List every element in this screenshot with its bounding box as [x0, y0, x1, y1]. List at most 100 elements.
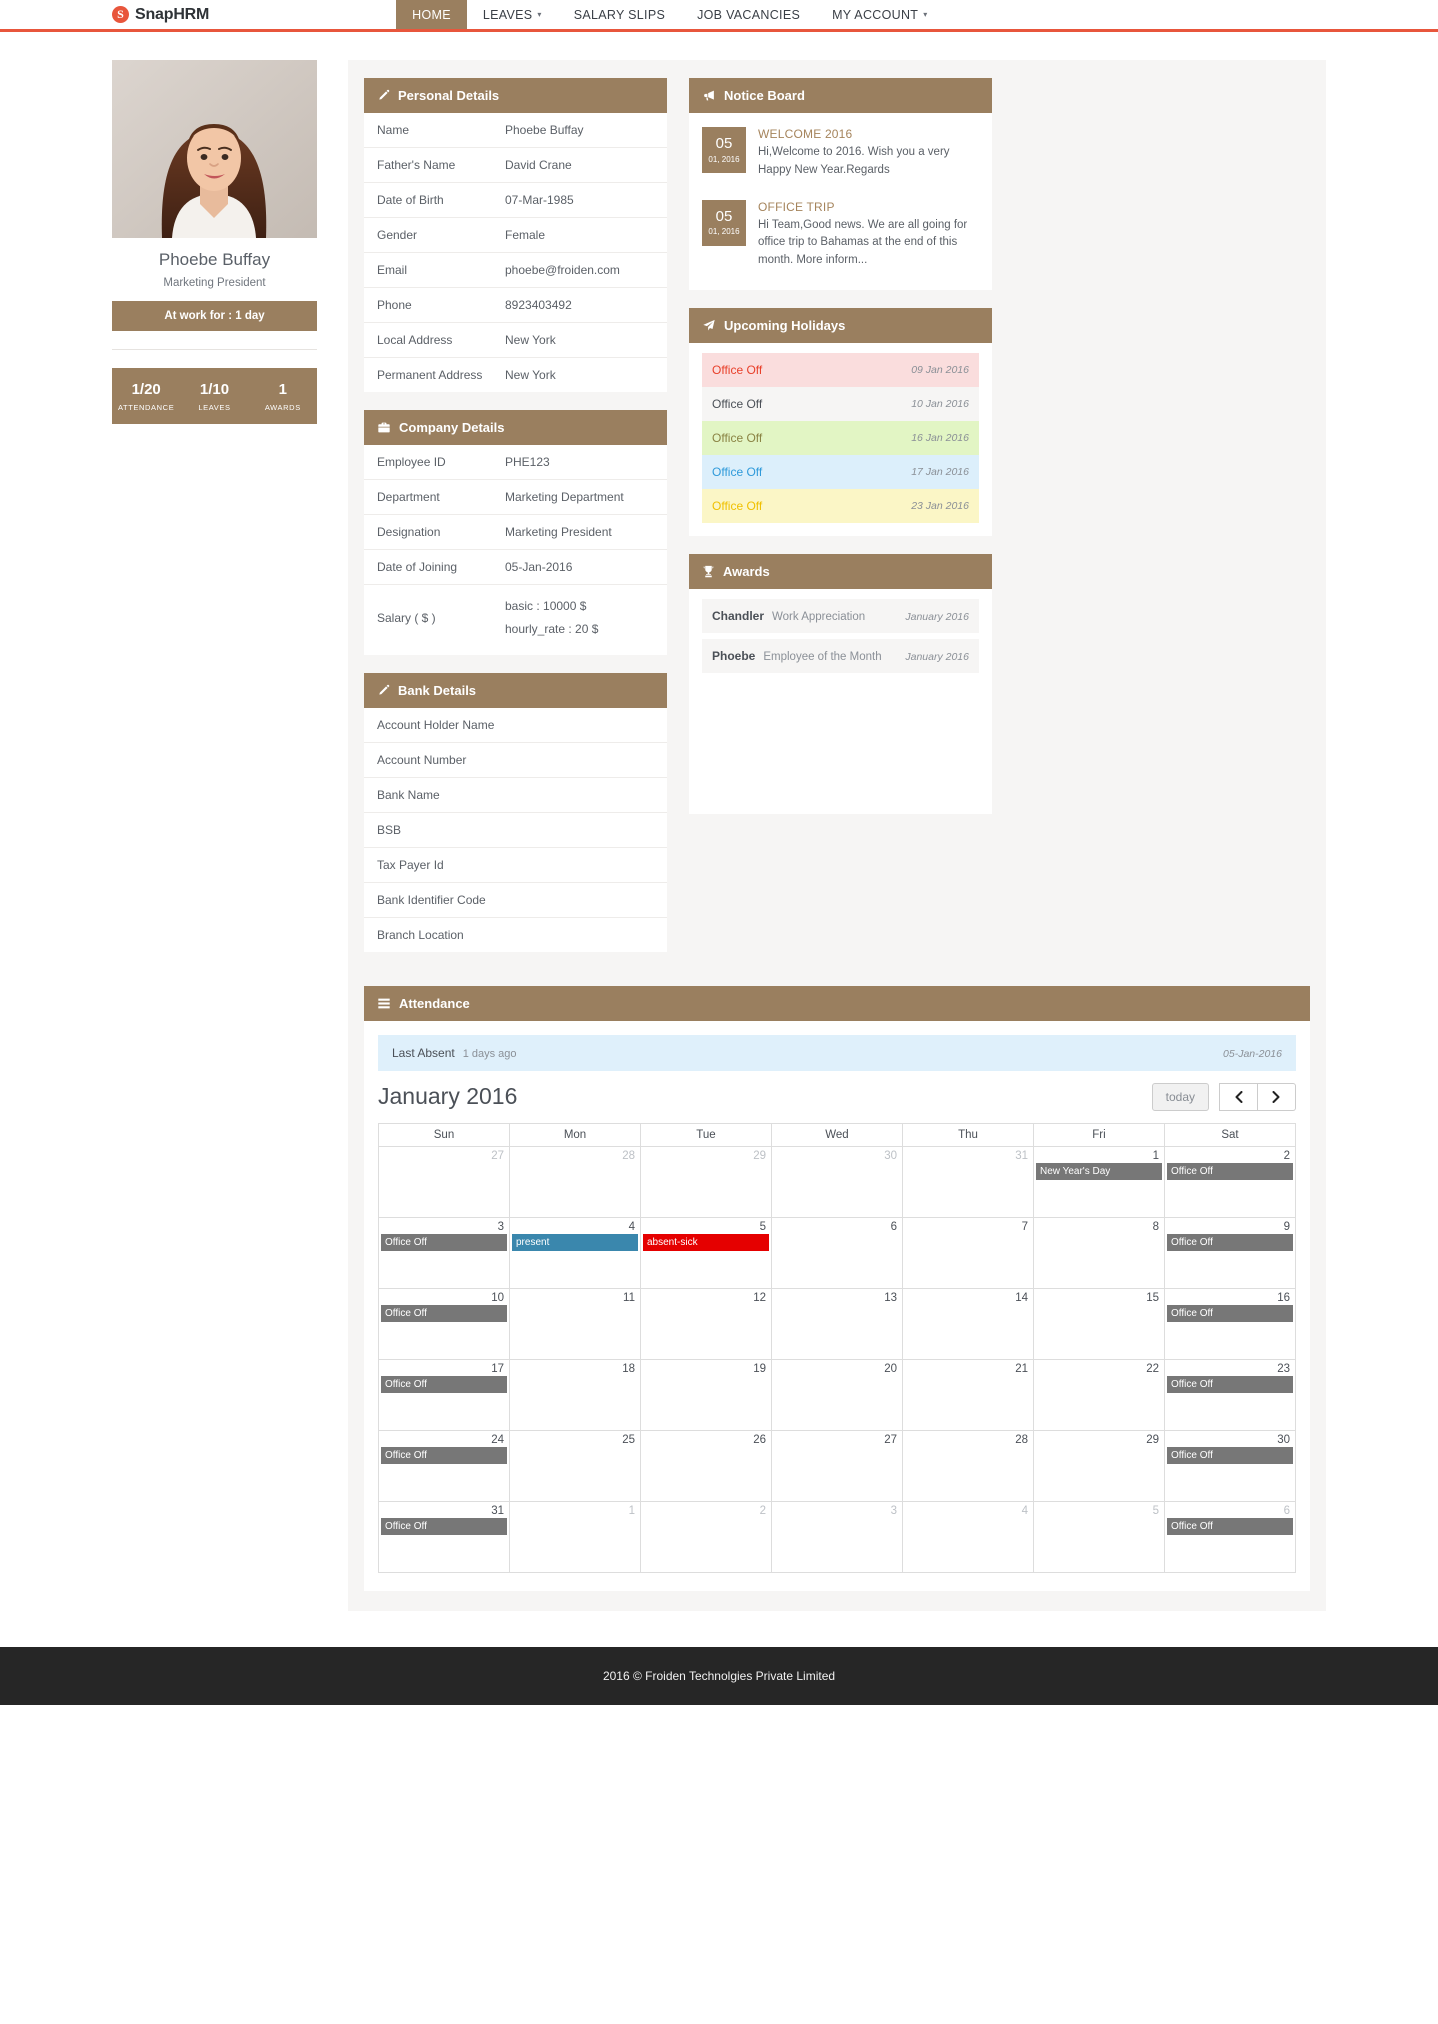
calendar-day-cell[interactable]: 23 Office Off: [1164, 1358, 1296, 1431]
upcoming-holidays-title: Upcoming Holidays: [724, 318, 846, 334]
today-button[interactable]: today: [1151, 1082, 1209, 1111]
calendar-day-cell[interactable]: 13: [771, 1287, 903, 1360]
calendar-day-cell[interactable]: 1: [509, 1500, 641, 1573]
notice-board-header: Notice Board: [689, 78, 992, 113]
calendar-day-cell[interactable]: 22: [1033, 1358, 1165, 1431]
calendar-day-cell[interactable]: 26: [640, 1429, 772, 1502]
avatar-image: [112, 60, 317, 238]
calendar-event[interactable]: Office Off: [381, 1233, 507, 1252]
calendar-day-cell[interactable]: 30: [771, 1145, 903, 1218]
awards-spacer: [689, 692, 992, 814]
calendar-day-cell[interactable]: 5 absent-sick: [640, 1216, 772, 1289]
holiday-item[interactable]: Office Off 17 Jan 2016: [702, 455, 979, 490]
calendar-day-number: 11: [623, 1291, 635, 1304]
prev-month-button[interactable]: [1219, 1082, 1258, 1111]
nav-item-my-account[interactable]: MY ACCOUNT ▾: [816, 0, 943, 29]
calendar-event[interactable]: New Year's Day: [1036, 1162, 1162, 1181]
row-value: 8923403492: [505, 298, 572, 312]
calendar-event[interactable]: Office Off: [381, 1446, 507, 1465]
calendar-day-cell[interactable]: 3 Office Off: [378, 1216, 510, 1289]
row-value: Marketing President: [505, 525, 612, 539]
calendar-day-cell[interactable]: 30 Office Off: [1164, 1429, 1296, 1502]
holiday-item[interactable]: Office Off 09 Jan 2016: [702, 353, 979, 388]
calendar-day-cell[interactable]: 14: [902, 1287, 1034, 1360]
calendar-day-cell[interactable]: 28: [902, 1429, 1034, 1502]
award-when: January 2016: [905, 651, 969, 664]
notice-title[interactable]: WELCOME 2016: [758, 127, 979, 141]
calendar-event[interactable]: absent-sick: [643, 1233, 769, 1252]
table-row: Local Address New York: [364, 323, 667, 358]
calendar-event[interactable]: Office Off: [1167, 1162, 1293, 1181]
calendar-event[interactable]: Office Off: [1167, 1304, 1293, 1323]
calendar-day-cell[interactable]: 31: [902, 1145, 1034, 1218]
calendar-day-cell[interactable]: 16 Office Off: [1164, 1287, 1296, 1360]
calendar-event[interactable]: Office Off: [381, 1304, 507, 1323]
notice-item[interactable]: 05 01, 2016 WELCOME 2016 Hi,Welcome to 2016…: [689, 113, 992, 186]
calendar-event[interactable]: Office Off: [381, 1517, 507, 1536]
calendar-day-cell[interactable]: 7: [902, 1216, 1034, 1289]
brand-logo[interactable]: S SnapHRM: [112, 0, 209, 29]
nav-item-label: MY ACCOUNT: [832, 7, 919, 22]
calendar-event[interactable]: Office Off: [1167, 1517, 1293, 1536]
table-row: Bank Identifier Code: [364, 883, 667, 918]
calendar-day-cell[interactable]: 25: [509, 1429, 641, 1502]
holiday-item[interactable]: Office Off 16 Jan 2016: [702, 421, 979, 456]
nav-item-home[interactable]: HOME: [396, 0, 467, 29]
calendar-day-cell[interactable]: 6 Office Off: [1164, 1500, 1296, 1573]
calendar-day-cell[interactable]: 24 Office Off: [378, 1429, 510, 1502]
calendar-day-cell[interactable]: 4 present: [509, 1216, 641, 1289]
calendar-event[interactable]: present: [512, 1233, 638, 1252]
calendar-day-cell[interactable]: 1 New Year's Day: [1033, 1145, 1165, 1218]
next-month-button[interactable]: [1258, 1082, 1296, 1111]
calendar-day-cell[interactable]: 27: [378, 1145, 510, 1218]
awards-header: Awards: [689, 554, 992, 590]
calendar-day-cell[interactable]: 17 Office Off: [378, 1358, 510, 1431]
calendar-day-cell[interactable]: 31 Office Off: [378, 1500, 510, 1573]
calendar-event[interactable]: Office Off: [1167, 1375, 1293, 1394]
brand-name: SnapHRM: [135, 5, 210, 23]
calendar-event[interactable]: Office Off: [1167, 1446, 1293, 1465]
calendar-day-cell[interactable]: 12: [640, 1287, 772, 1360]
calendar-day-cell[interactable]: 3: [771, 1500, 903, 1573]
calendar-day-cell[interactable]: 5: [1033, 1500, 1165, 1573]
holiday-item[interactable]: Office Off 23 Jan 2016: [702, 489, 979, 524]
calendar-day-number: 22: [1146, 1362, 1159, 1375]
calendar-day-number: 25: [622, 1433, 635, 1446]
calendar-day-cell[interactable]: 2: [640, 1500, 772, 1573]
calendar-day-cell[interactable]: 27: [771, 1429, 903, 1502]
calendar-day-cell[interactable]: 10 Office Off: [378, 1287, 510, 1360]
content-wrap: Phoebe Buffay Marketing President At wor…: [0, 32, 1438, 1611]
holiday-item[interactable]: Office Off 10 Jan 2016: [702, 387, 979, 422]
calendar-day-cell[interactable]: 20: [771, 1358, 903, 1431]
notice-title[interactable]: OFFICE TRIP: [758, 200, 979, 214]
notice-board-body: 05 01, 2016 WELCOME 2016 Hi,Welcome to 2016…: [689, 113, 992, 291]
calendar-day-cell[interactable]: 19: [640, 1358, 772, 1431]
calendar-day-cell[interactable]: 18: [509, 1358, 641, 1431]
calendar-event[interactable]: Office Off: [1167, 1233, 1293, 1252]
calendar-day-cell[interactable]: 8: [1033, 1216, 1165, 1289]
nav-item-salary-slips[interactable]: SALARY SLIPS: [558, 0, 681, 29]
calendar-day-number: 1: [628, 1504, 635, 1517]
calendar-event[interactable]: Office Off: [381, 1375, 507, 1394]
calendar-day-cell[interactable]: 29: [1033, 1429, 1165, 1502]
calendar-day-cell[interactable]: 6: [771, 1216, 903, 1289]
calendar-day-cell[interactable]: 11: [509, 1287, 641, 1360]
calendar-day-number: 14: [1015, 1291, 1028, 1304]
dashboard-panels: Personal Details Name Phoebe Buffay Father…: [348, 60, 1326, 1611]
table-row: Phone 8923403492: [364, 288, 667, 323]
calendar-day-cell[interactable]: 21: [902, 1358, 1034, 1431]
calendar-day-cell[interactable]: 2 Office Off: [1164, 1145, 1296, 1218]
calendar-day-cell[interactable]: 29: [640, 1145, 772, 1218]
profile-stat-value: 1/10: [199, 381, 230, 398]
calendar-day-cell[interactable]: 9 Office Off: [1164, 1216, 1296, 1289]
nav-item-label: HOME: [412, 7, 451, 22]
calendar-day-cell[interactable]: 4: [902, 1500, 1034, 1573]
calendar-day-cell[interactable]: 15: [1033, 1287, 1165, 1360]
calendar-day-cell[interactable]: 28: [509, 1145, 641, 1218]
nav-item-leaves[interactable]: LEAVES ▾: [467, 0, 558, 29]
notice-text: OFFICE TRIP Hi Team,Good news. We are all…: [758, 200, 979, 270]
notice-item[interactable]: 05 01, 2016 OFFICE TRIP Hi Team,Good news. …: [689, 186, 992, 276]
calendar-weekday-wed: Wed: [771, 1122, 903, 1147]
calendar-week-row: 3 Office Off 4 present 5 absent-sick 6 7 8 9 Offic…: [378, 1216, 1296, 1289]
nav-item-job-vacancies[interactable]: JOB VACANCIES: [681, 0, 816, 29]
